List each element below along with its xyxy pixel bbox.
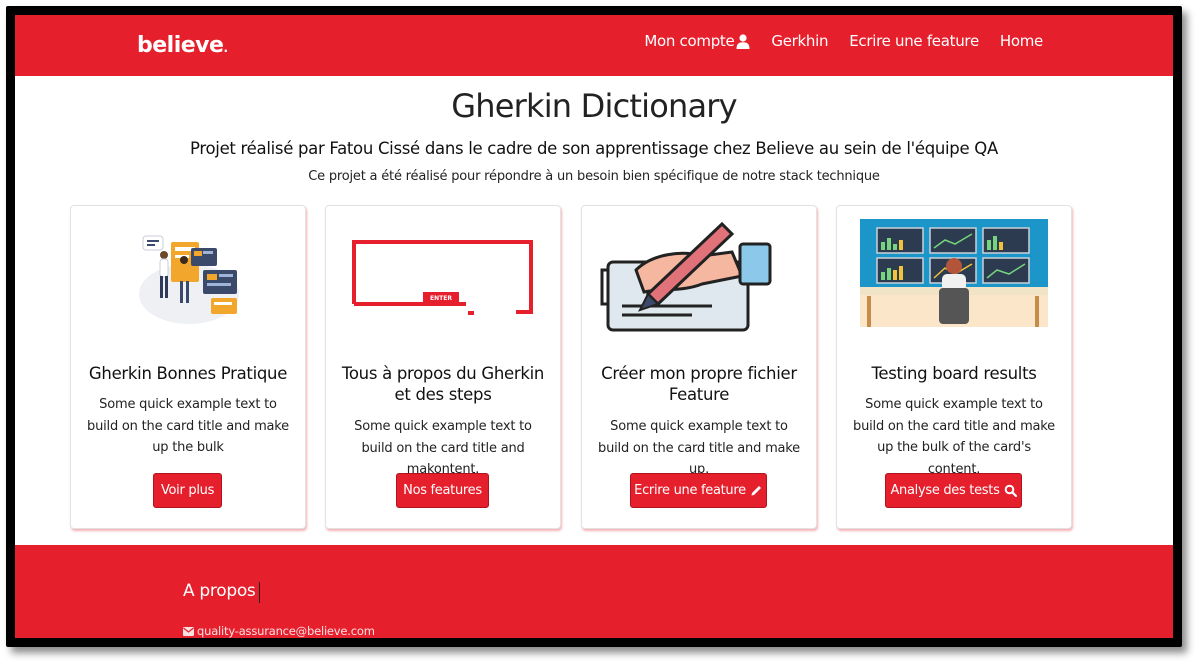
card-title: Gherkin Bonnes Pratique	[88, 364, 288, 383]
nav-link-label: Mon compte	[644, 32, 735, 50]
nav-link-mon-compte[interactable]: Mon compte	[644, 32, 750, 50]
browser-viewport: believe. Mon compte Gerkhin Ecrire une f…	[15, 15, 1173, 638]
enter-key-illustration: ENTER	[352, 240, 533, 315]
card-creer-feature: Créer mon propre fichier Feature Some qu…	[581, 205, 817, 529]
navbar: believe. Mon compte Gerkhin Ecrire une f…	[15, 15, 1173, 76]
footer-email-text: quality-assurance@believe.com	[197, 624, 375, 638]
card-testing-board: Testing board results Some quick example…	[836, 205, 1072, 529]
nav-link-label: Ecrire une feature	[849, 32, 979, 50]
footer-heading: A propos	[183, 581, 256, 601]
nos-features-button[interactable]: Nos features	[396, 473, 489, 508]
enter-key-label: ENTER	[430, 295, 452, 302]
card-gherkin-steps: ENTER Tous à propos du Gherkin et des st…	[325, 205, 561, 529]
page-lead-text: Ce projet a été réalisé pour répondre à …	[308, 169, 880, 184]
footer-email-link[interactable]: quality-assurance@believe.com	[183, 624, 375, 638]
button-label: Voir plus	[160, 483, 215, 498]
analyse-tests-button[interactable]: Analyse des tests	[885, 473, 1022, 508]
text-caret	[259, 582, 260, 603]
page-subtitle: Projet réalisé par Fatou Cissé dans le c…	[190, 139, 998, 158]
nav-link-ecrire-feature[interactable]: Ecrire une feature	[849, 32, 979, 50]
card-text: Some quick example text to build on the …	[87, 397, 289, 455]
card-title: Tous à propos du Gherkin et des steps	[341, 364, 545, 404]
card-title: Testing board results	[871, 364, 1037, 383]
card-text: Some quick example text to build on the …	[354, 419, 532, 477]
page-title: Gherkin Dictionary	[451, 87, 737, 125]
footer: A propos quality-assurance@believe.com	[15, 545, 1173, 638]
pencil-icon	[751, 486, 761, 496]
ecrire-feature-button[interactable]: Ecrire une feature	[630, 473, 767, 508]
voir-plus-button[interactable]: Voir plus	[153, 473, 222, 508]
nav-link-gerkhin[interactable]: Gerkhin	[771, 32, 828, 50]
team-dashboard-illustration	[139, 235, 239, 324]
nav-link-label: Gerkhin	[771, 32, 829, 50]
button-label: Nos features	[403, 483, 482, 498]
hand-writing-illustration	[600, 221, 772, 332]
button-label: Ecrire une feature	[634, 483, 746, 498]
monitoring-screens-illustration	[860, 219, 1048, 327]
envelope-icon	[183, 626, 194, 636]
button-label: Analyse des tests	[890, 483, 1000, 498]
brand-logo[interactable]: believe.	[137, 33, 228, 58]
screenshot-frame: believe. Mon compte Gerkhin Ecrire une f…	[6, 6, 1182, 647]
brand-dot: .	[223, 41, 228, 55]
card-bonnes-pratiques: Gherkin Bonnes Pratique Some quick examp…	[70, 205, 306, 529]
card-text: Some quick example text to build on the …	[598, 419, 800, 477]
search-icon	[1004, 484, 1017, 497]
card-title: Créer mon propre fichier Feature	[601, 364, 797, 404]
nav-link-home[interactable]: Home	[1000, 32, 1043, 50]
nav-links: Mon compte Gerkhin Ecrire une feature Ho…	[623, 32, 1043, 50]
card-text: Some quick example text to build on the …	[853, 397, 1055, 477]
brand-name: believe	[137, 33, 224, 58]
nav-link-label: Home	[999, 32, 1043, 50]
user-icon	[736, 33, 750, 49]
